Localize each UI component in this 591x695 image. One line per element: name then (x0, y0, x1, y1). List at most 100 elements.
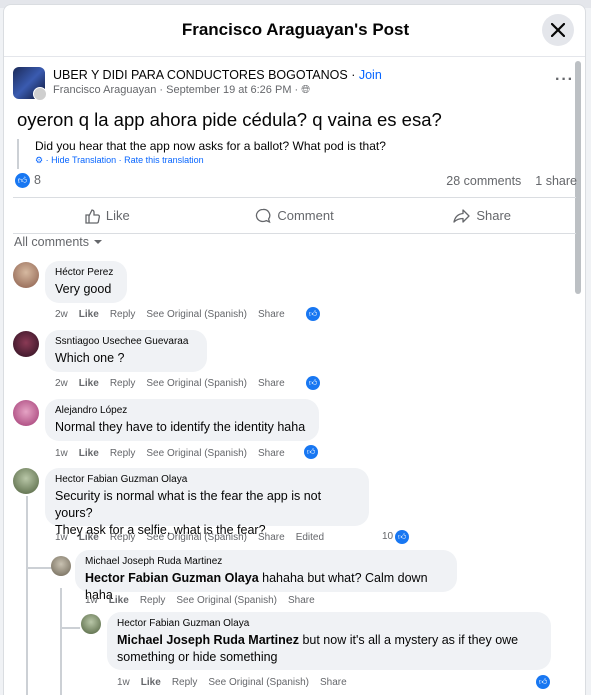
group-name: UBER Y DIDI PARA CONDUCTORES BOGOTANOS ·… (53, 68, 382, 82)
comment-like-button[interactable]: Like (79, 448, 99, 459)
comment-actions: 1w Like Reply See Original (Spanish) Share (117, 677, 358, 688)
comment-reply-button[interactable]: Reply (110, 378, 136, 389)
comment-reply-button[interactable]: Reply (110, 309, 136, 320)
see-original-button[interactable]: See Original (Spanish) (208, 677, 309, 688)
comment-like-button[interactable]: Like (79, 532, 99, 543)
post-actions: Like Comment Share (13, 197, 576, 234)
comment-text: Security is normal what is the fear the … (55, 489, 322, 520)
mention-link[interactable]: Hector Fabian Guzman Olaya (85, 571, 259, 585)
comment-share-button[interactable]: Share (288, 595, 315, 606)
comment-button[interactable]: Comment (201, 198, 389, 233)
avatar[interactable] (13, 400, 39, 426)
comment-time[interactable]: 2w (55, 378, 68, 389)
comment-actions: 2w Like Reply See Original (Spanish) Share (55, 378, 296, 389)
like-button[interactable]: Like (13, 198, 201, 233)
comment-sort-dropdown[interactable]: All comments (14, 235, 103, 249)
globe-icon: 🌐︎ (301, 84, 311, 96)
comment-author[interactable]: Hector Fabian Guzman Olaya (117, 618, 541, 629)
avatar[interactable] (13, 468, 39, 494)
see-original-button[interactable]: See Original (Spanish) (146, 448, 247, 459)
comment-actions: 1w Like Reply See Original (Spanish) Share (55, 448, 296, 459)
thread-line (60, 627, 80, 629)
comment-reply-button[interactable]: Reply (110, 448, 136, 459)
author-avatar[interactable] (33, 87, 47, 101)
see-original-button[interactable]: See Original (Spanish) (146, 378, 247, 389)
chevron-down-icon (93, 240, 102, 244)
see-original-button[interactable]: See Original (Spanish) (176, 595, 277, 606)
translation-links[interactable]: ⚙ · Hide Translation · Rate this transla… (35, 155, 386, 166)
comment-share-button[interactable]: Share (320, 677, 347, 688)
comment-actions: 1w Like Reply See Original (Spanish) Share Ed… (55, 532, 335, 543)
comment-like-button[interactable]: Like (141, 677, 161, 688)
see-original-button[interactable]: See Original (Spanish) (146, 532, 247, 543)
comment-bubble: Ssntiagoo Usechee Guevaraa Which one ? (45, 330, 207, 372)
like-reaction-icon[interactable]: 👍︎ (395, 530, 409, 544)
comment-reply-button[interactable]: Reply (110, 532, 136, 543)
thread-line (60, 588, 62, 695)
comment-text: Very good (55, 282, 112, 296)
thread-line (26, 567, 54, 569)
comment-author[interactable]: Hector Fabian Guzman Olaya (55, 474, 359, 485)
like-reaction-icon[interactable]: 👍︎ (536, 675, 550, 689)
translation-block: Did you hear that the app now asks for a… (17, 139, 386, 169)
reaction-count[interactable]: 10 (382, 531, 393, 542)
comment-time[interactable]: 1w (55, 448, 68, 459)
comment-author[interactable]: Héctor Perez (55, 267, 117, 278)
comment-bubble: Michael Joseph Ruda Martinez Hector Fabi… (75, 550, 457, 602)
avatar[interactable] (13, 331, 39, 357)
shares-count[interactable]: 1 share (535, 174, 577, 188)
comment-time[interactable]: 1w (55, 532, 68, 543)
thread-line (26, 496, 28, 695)
comment-share-button[interactable]: Share (258, 378, 285, 389)
comment-like-button[interactable]: Like (79, 309, 99, 320)
like-reaction-icon[interactable]: 👍︎ (306, 376, 320, 390)
post-meta: Francisco Araguayan · September 19 at 6:… (53, 84, 311, 96)
comment-bubble: Hector Fabian Guzman Olaya Security is n… (45, 468, 369, 537)
reaction-count[interactable]: 8 (34, 173, 41, 187)
comment-reply-button[interactable]: Reply (172, 677, 198, 688)
join-button[interactable]: Join (359, 68, 382, 82)
like-reaction-icon[interactable]: 👍︎ (15, 173, 30, 189)
comment-time[interactable]: 1w (85, 595, 98, 606)
comment-bubble: Héctor Perez Very good (45, 261, 127, 303)
post-date[interactable]: September 19 at 6:26 PM (166, 84, 291, 96)
translate-gear-icon: ⚙ (35, 155, 44, 165)
share-icon (453, 208, 470, 223)
avatar[interactable] (13, 262, 39, 288)
comment-bubble: Alejandro López Normal they have to iden… (45, 399, 319, 441)
post-header: UBER Y DIDI PARA CONDUCTORES BOGOTANOS ·… (13, 67, 573, 101)
comment-text: Normal they have to identify the identit… (55, 420, 306, 434)
post-text: oyeron q la app ahora pide cédula? q vai… (17, 109, 442, 130)
comment-like-button[interactable]: Like (109, 595, 129, 606)
comment-text: Which one ? (55, 351, 125, 365)
dialog-header: Francisco Araguayan's Post (4, 5, 585, 57)
close-button[interactable] (542, 14, 574, 46)
comment-share-button[interactable]: Share (258, 448, 285, 459)
comment-text: Michael Joseph Ruda Martinez but now it'… (117, 633, 519, 647)
avatar[interactable] (51, 556, 71, 576)
like-reaction-icon[interactable]: 👍︎ (306, 307, 320, 321)
comment-share-button[interactable]: Share (258, 309, 285, 320)
comment-actions: 2w Like Reply See Original (Spanish) Share (55, 309, 296, 320)
reactions-row: 👍︎ 8 28 comments 1 share (15, 173, 577, 191)
comment-time[interactable]: 2w (55, 309, 68, 320)
comment-icon (256, 208, 271, 223)
share-button[interactable]: Share (388, 198, 576, 233)
avatar[interactable] (81, 614, 101, 634)
like-reaction-icon[interactable]: 👍︎ (304, 445, 318, 459)
comment-time[interactable]: 1w (117, 677, 130, 688)
edited-label[interactable]: Edited (296, 532, 324, 543)
post-author[interactable]: Francisco Araguayan (53, 84, 156, 96)
comment-share-button[interactable]: Share (258, 532, 285, 543)
comment-reply-button[interactable]: Reply (140, 595, 166, 606)
comment-like-button[interactable]: Like (79, 378, 99, 389)
comments-count[interactable]: 28 comments (446, 174, 521, 188)
comment-author[interactable]: Alejandro López (55, 405, 309, 416)
mention-link[interactable]: Michael Joseph Ruda Martinez (117, 633, 299, 647)
comment-actions: 1w Like Reply See Original (Spanish) Share (85, 595, 326, 606)
see-original-button[interactable]: See Original (Spanish) (146, 309, 247, 320)
comment-author[interactable]: Michael Joseph Ruda Martinez (85, 556, 447, 567)
group-name-link[interactable]: UBER Y DIDI PARA CONDUCTORES BOGOTANOS (53, 68, 348, 82)
comment-author[interactable]: Ssntiagoo Usechee Guevaraa (55, 336, 197, 347)
more-options-icon[interactable]: ··· (555, 71, 574, 89)
